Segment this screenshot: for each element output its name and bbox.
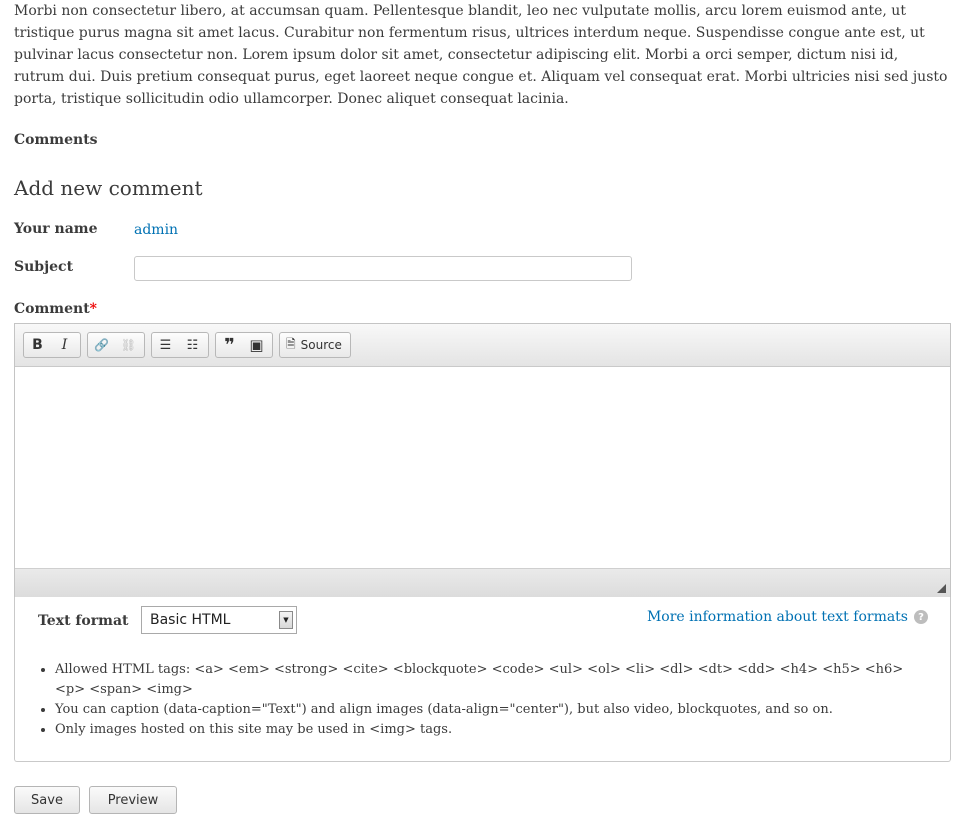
comment-label-text: Comment <box>14 301 90 317</box>
comment-body-editable[interactable] <box>15 367 950 568</box>
list-item: Allowed HTML tags: <a> <em> <strong> <ci… <box>55 660 935 700</box>
text-format-label: Text format <box>38 613 129 629</box>
more-info-text-formats-link[interactable]: More information about text formats <box>647 609 908 625</box>
unlink-icon[interactable]: ⛓ <box>115 333 142 357</box>
your-name-label: Your name <box>14 221 98 237</box>
source-button-label: Source <box>300 338 342 352</box>
link-icon[interactable]: 🔗 <box>88 333 115 357</box>
source-button[interactable]: 🗎 Source <box>280 333 348 357</box>
text-format-select[interactable]: Basic HTML ▼ <box>141 606 297 634</box>
resize-handle-icon[interactable] <box>937 584 946 593</box>
text-format-wrapper: Text format Basic HTML ▼ More informatio… <box>14 597 951 762</box>
toolbar-group-basic: B I <box>23 332 81 358</box>
list-item: Only images hosted on this site may be u… <box>55 720 935 740</box>
text-format-tips: Allowed HTML tags: <a> <em> <strong> <ci… <box>35 660 935 740</box>
bulleted-list-icon[interactable]: ☰ <box>152 333 179 357</box>
numbered-list-icon[interactable]: ☷ <box>179 333 206 357</box>
required-marker: * <box>89 301 97 317</box>
editor-statusbar <box>15 568 950 597</box>
italic-button[interactable]: I <box>51 333 78 357</box>
comments-heading: Comments <box>14 132 98 148</box>
toolbar-group-media: ❞ ▣ <box>215 332 273 358</box>
subject-label: Subject <box>14 259 74 275</box>
text-format-selected: Basic HTML <box>150 612 231 628</box>
help-icon[interactable]: ? <box>914 610 928 624</box>
editor-toolbar: B I 🔗 ⛓ ☰ ☷ ❞ ▣ 🗎 Source <box>15 324 950 367</box>
blockquote-icon[interactable]: ❞ <box>216 333 243 357</box>
author-name-link[interactable]: admin <box>134 222 178 238</box>
toolbar-group-links: 🔗 ⛓ <box>87 332 145 358</box>
comment-editor: B I 🔗 ⛓ ☰ ☷ ❞ ▣ 🗎 Source <box>14 323 951 598</box>
save-button[interactable]: Save <box>14 786 80 814</box>
toolbar-group-source: 🗎 Source <box>279 332 351 358</box>
chevron-down-icon[interactable]: ▼ <box>279 611 293 629</box>
bold-button[interactable]: B <box>24 333 51 357</box>
comment-label: Comment* <box>14 301 97 317</box>
source-icon: 🗎 <box>286 336 296 351</box>
subject-input[interactable] <box>134 256 632 281</box>
toolbar-group-lists: ☰ ☷ <box>151 332 209 358</box>
list-item: You can caption (data-caption="Text") an… <box>55 700 935 720</box>
preview-button[interactable]: Preview <box>89 786 177 814</box>
image-icon[interactable]: ▣ <box>243 333 270 357</box>
article-body: Morbi non consectetur libero, at accumsa… <box>14 3 948 107</box>
add-comment-heading: Add new comment <box>14 176 203 200</box>
